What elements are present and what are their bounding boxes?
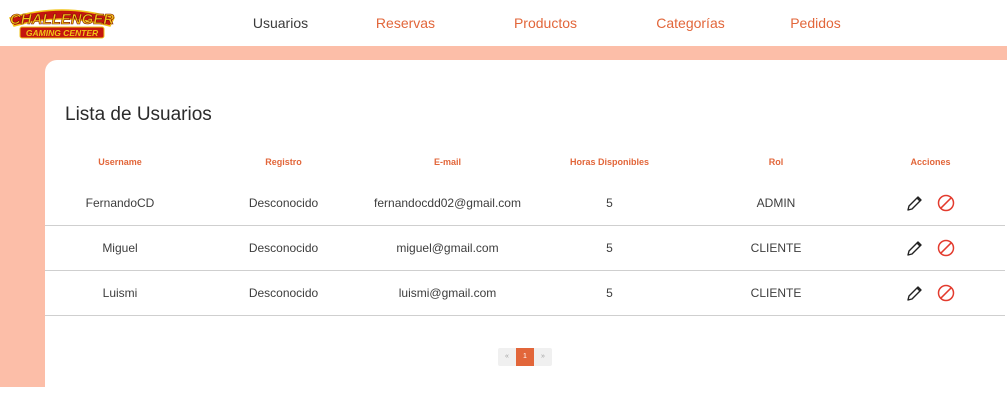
nav-item-productos[interactable]: Productos — [478, 15, 613, 31]
table-row: Luismi Desconocido luismi@gmail.com 5 CL… — [45, 270, 1005, 316]
cell-horas: 5 — [523, 225, 696, 271]
cell-horas: 5 — [523, 180, 696, 226]
nav-item-reservas[interactable]: Reservas — [333, 15, 478, 31]
cell-email: luismi@gmail.com — [372, 270, 523, 316]
nav-item-categorias[interactable]: Categorías — [613, 15, 768, 31]
cell-username: Luismi — [45, 270, 195, 316]
users-table: Username Registro E-mail Horas Disponibl… — [45, 144, 1005, 316]
cell-registro: Desconocido — [195, 225, 372, 271]
cell-registro: Desconocido — [195, 180, 372, 226]
cell-actions — [856, 180, 1005, 226]
pagination-prev-button[interactable]: « — [498, 348, 516, 366]
table-row: Miguel Desconocido miguel@gmail.com 5 CL… — [45, 225, 1005, 271]
table-row: FernandoCD Desconocido fernandocdd02@gma… — [45, 180, 1005, 226]
cell-horas: 5 — [523, 270, 696, 316]
page-title: Lista de Usuarios — [65, 104, 212, 125]
cell-rol: ADMIN — [696, 180, 856, 226]
delete-ban-icon[interactable] — [936, 238, 956, 258]
pagination-page-button[interactable]: 1 — [516, 348, 534, 366]
edit-pencil-icon[interactable] — [905, 238, 925, 258]
cell-username: Miguel — [45, 225, 195, 271]
column-header-username: Username — [98, 157, 142, 167]
edit-pencil-icon[interactable] — [905, 193, 925, 213]
cell-rol: CLIENTE — [696, 270, 856, 316]
cell-username: FernandoCD — [45, 180, 195, 226]
column-header-rol: Rol — [768, 157, 784, 167]
cell-actions — [856, 270, 1005, 316]
cell-email: miguel@gmail.com — [372, 225, 523, 271]
cell-rol: CLIENTE — [696, 225, 856, 271]
challenger-logo[interactable]: CHALLENGER GAMING CENTER — [6, 4, 118, 40]
main-nav: Usuarios Reservas Productos Categorías P… — [228, 0, 863, 46]
cell-email: fernandocdd02@gmail.com — [372, 180, 523, 226]
delete-ban-icon[interactable] — [936, 193, 956, 213]
column-header-registro: Registro — [265, 157, 302, 167]
column-header-acciones: Acciones — [910, 157, 951, 167]
logo-text-line1: CHALLENGER — [10, 11, 114, 28]
column-header-horas: Horas Disponibles — [569, 157, 650, 167]
top-navbar: CHALLENGER GAMING CENTER Usuarios Reserv… — [0, 0, 1007, 46]
nav-item-usuarios[interactable]: Usuarios — [228, 15, 333, 31]
column-header-email: E-mail — [433, 157, 461, 167]
cell-registro: Desconocido — [195, 270, 372, 316]
logo-text-line2: GAMING CENTER — [26, 28, 99, 38]
users-card: Lista de Usuarios Username Registro E-ma… — [45, 60, 1007, 400]
pagination: « 1 » — [498, 348, 552, 366]
pagination-next-button[interactable]: » — [534, 348, 552, 366]
cell-actions — [856, 225, 1005, 271]
content-area: Lista de Usuarios Username Registro E-ma… — [0, 46, 1007, 400]
delete-ban-icon[interactable] — [936, 283, 956, 303]
nav-item-pedidos[interactable]: Pedidos — [768, 15, 863, 31]
table-header-row: Username Registro E-mail Horas Disponibl… — [45, 144, 1005, 180]
edit-pencil-icon[interactable] — [905, 283, 925, 303]
